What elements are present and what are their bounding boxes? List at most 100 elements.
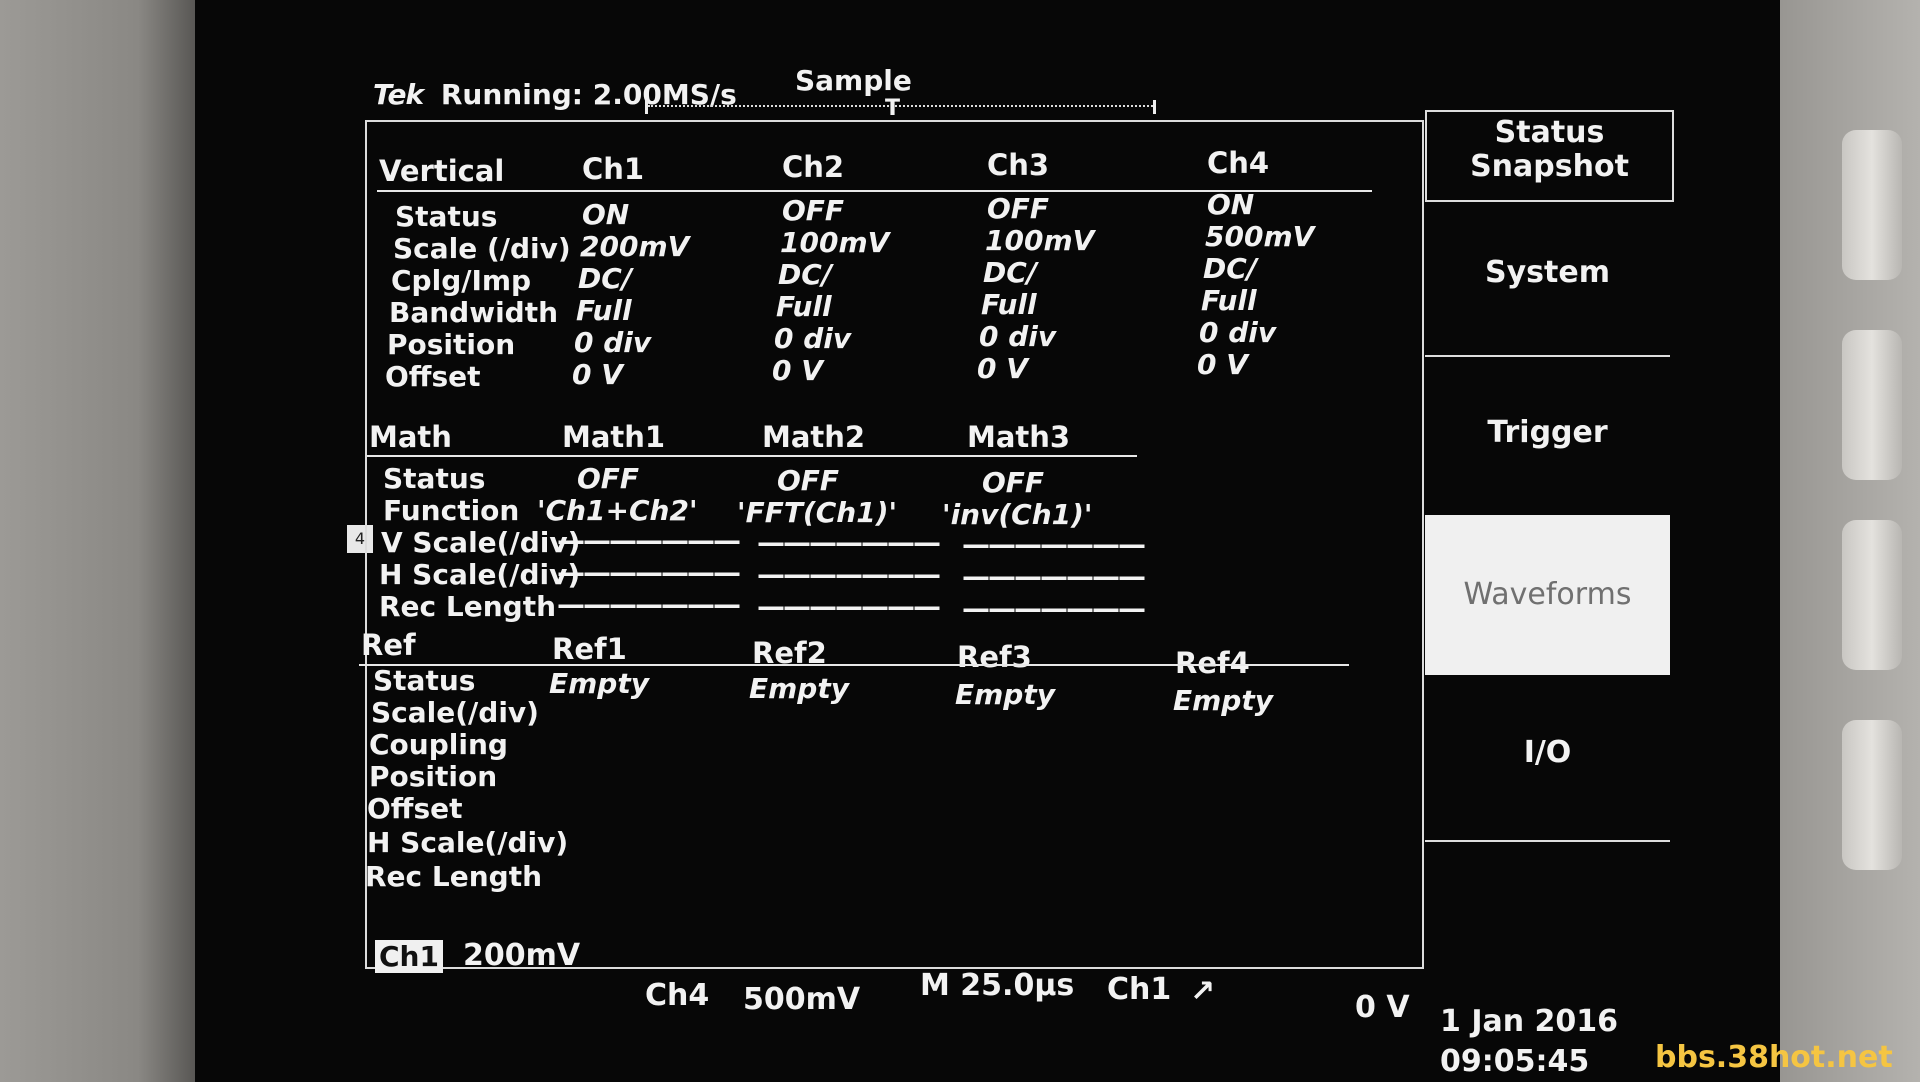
trigger-level-readout: 0 V bbox=[1355, 990, 1410, 1025]
math-cell: ——————— bbox=[962, 592, 1146, 625]
vertical-cell: 0 V bbox=[1197, 348, 1248, 381]
trigger-source-readout: Ch1 bbox=[1107, 972, 1172, 1007]
vertical-cell: 0 div bbox=[574, 326, 652, 359]
side-menu: Status Snapshot System Trigger Waveforms… bbox=[1425, 110, 1674, 990]
ref-col-ref3: Ref3 bbox=[957, 640, 1032, 674]
time-readout: 09:05:45 bbox=[1440, 1044, 1590, 1079]
watermark-text: bbs.38hot.net bbox=[1655, 1040, 1893, 1075]
menu-item-trigger[interactable]: Trigger bbox=[1425, 415, 1670, 450]
ref-row-label: Status bbox=[373, 664, 476, 697]
math-row-label: H Scale(/div) bbox=[379, 558, 581, 591]
timebase-readout: M 25.0µs bbox=[920, 968, 1075, 1003]
ref-cell: Empty bbox=[1173, 684, 1273, 717]
vertical-cell: 0 div bbox=[1199, 316, 1277, 349]
ref-row-label: Offset bbox=[367, 792, 463, 825]
tek-logo: Tek bbox=[373, 78, 424, 111]
vertical-row-label: Cplg/Imp bbox=[391, 264, 532, 297]
vertical-col-ch4: Ch4 bbox=[1207, 146, 1270, 180]
vertical-cell: Full bbox=[576, 294, 632, 327]
record-view-bar bbox=[645, 100, 1156, 114]
math-row-label: V Scale(/div) bbox=[381, 526, 581, 559]
vertical-cell: OFF bbox=[782, 194, 845, 227]
menu-title-line: Snapshot bbox=[1470, 149, 1629, 184]
acquisition-mode: Sample bbox=[795, 64, 912, 97]
menu-separator bbox=[1425, 840, 1670, 842]
vertical-cell: OFF bbox=[987, 192, 1050, 225]
ref-cell: Empty bbox=[749, 672, 849, 705]
ref-section-title: Ref bbox=[361, 628, 416, 662]
math-cell: OFF bbox=[982, 466, 1045, 499]
trigger-position-marker: T bbox=[885, 96, 901, 121]
status-snapshot-panel: Vertical Ch1 Ch2 Ch3 Ch4 Status Scale (/… bbox=[359, 120, 1424, 969]
vertical-cell: DC/ bbox=[983, 256, 1038, 289]
math-header-rule bbox=[367, 455, 1137, 457]
vertical-cell: DC/ bbox=[578, 262, 633, 295]
ref-row-label: H Scale(/div) bbox=[367, 826, 569, 859]
vertical-cell: 0 div bbox=[774, 322, 852, 355]
vertical-cell: Full bbox=[981, 288, 1037, 321]
vertical-col-ch1: Ch1 bbox=[582, 152, 645, 186]
math-cell: ——————— bbox=[557, 556, 741, 589]
vertical-cell: 0 V bbox=[772, 354, 823, 387]
math-cell: ——————— bbox=[962, 528, 1146, 561]
vertical-cell: Full bbox=[1201, 284, 1257, 317]
vertical-section-title: Vertical bbox=[379, 154, 505, 188]
vertical-col-ch2: Ch2 bbox=[782, 150, 845, 184]
ref-cell: Empty bbox=[549, 667, 649, 700]
math-cell: OFF bbox=[577, 462, 640, 495]
bezel-button-3[interactable] bbox=[1842, 520, 1902, 670]
ref-col-ref1: Ref1 bbox=[552, 632, 627, 666]
math-row-label: Rec Length bbox=[379, 590, 557, 623]
vertical-cell: 0 div bbox=[979, 320, 1057, 353]
math-cell: 'FFT(Ch1)' bbox=[737, 496, 898, 529]
ch1-scale-readout: 200mV bbox=[463, 938, 581, 973]
date-readout: 1 Jan 2016 bbox=[1440, 1004, 1619, 1039]
math-cell: ——————— bbox=[757, 590, 941, 623]
math-cell: 'Ch1+Ch2' bbox=[537, 494, 698, 527]
vertical-cell: 100mV bbox=[780, 226, 890, 259]
menu-item-waveforms[interactable]: Waveforms bbox=[1425, 515, 1670, 675]
oscilloscope-screen: Tek Running: 2.00MS/s Sample T 4 Vertica… bbox=[195, 0, 1780, 1082]
bezel-button-1[interactable] bbox=[1842, 130, 1902, 280]
vertical-cell: 200mV bbox=[580, 230, 690, 263]
ref-row-label: Rec Length bbox=[365, 860, 543, 893]
menu-title-line: Status bbox=[1494, 115, 1605, 150]
math-row-label: Function bbox=[383, 494, 520, 527]
math-section-title: Math bbox=[369, 420, 452, 454]
vertical-col-ch3: Ch3 bbox=[987, 148, 1050, 182]
ref-header-rule bbox=[359, 664, 1349, 666]
menu-title-status-snapshot[interactable]: Status Snapshot bbox=[1425, 110, 1674, 202]
vertical-cell: ON bbox=[582, 198, 630, 231]
ref-row-label: Coupling bbox=[369, 728, 508, 761]
menu-item-io[interactable]: I/O bbox=[1425, 735, 1670, 770]
vertical-row-label: Scale (/div) bbox=[393, 232, 571, 265]
menu-separator bbox=[1425, 355, 1670, 357]
vertical-cell: DC/ bbox=[778, 258, 833, 291]
ch4-scale-readout: 500mV bbox=[743, 982, 861, 1017]
math-cell: ——————— bbox=[557, 524, 741, 557]
vertical-cell: 0 V bbox=[977, 352, 1028, 385]
bezel-button-4[interactable] bbox=[1842, 720, 1902, 870]
trigger-slope-icon: ↗ bbox=[1190, 974, 1216, 1009]
math-cell: ——————— bbox=[757, 558, 941, 591]
math-col-math3: Math3 bbox=[967, 420, 1071, 454]
vertical-row-label: Status bbox=[395, 200, 498, 233]
vertical-cell: 100mV bbox=[985, 224, 1095, 257]
math-col-math2: Math2 bbox=[762, 420, 866, 454]
ch1-indicator: Ch1 bbox=[375, 940, 443, 973]
ch4-label-readout: Ch4 bbox=[645, 978, 710, 1013]
ref-row-label: Scale(/div) bbox=[371, 696, 539, 729]
ref-cell: Empty bbox=[955, 678, 1055, 711]
vertical-row-label: Bandwidth bbox=[389, 296, 559, 329]
math-col-math1: Math1 bbox=[562, 420, 666, 454]
math-cell: ——————— bbox=[962, 560, 1146, 593]
vertical-cell: 0 V bbox=[572, 358, 623, 391]
math-cell: ——————— bbox=[557, 588, 741, 621]
vertical-row-label: Position bbox=[387, 328, 516, 361]
math-cell: 'inv(Ch1)' bbox=[942, 498, 1093, 531]
vertical-cell: Full bbox=[776, 290, 832, 323]
bezel-button-2[interactable] bbox=[1842, 330, 1902, 480]
math-row-label: Status bbox=[383, 462, 486, 495]
ref-col-ref4: Ref4 bbox=[1175, 646, 1250, 680]
menu-item-system[interactable]: System bbox=[1425, 255, 1670, 290]
